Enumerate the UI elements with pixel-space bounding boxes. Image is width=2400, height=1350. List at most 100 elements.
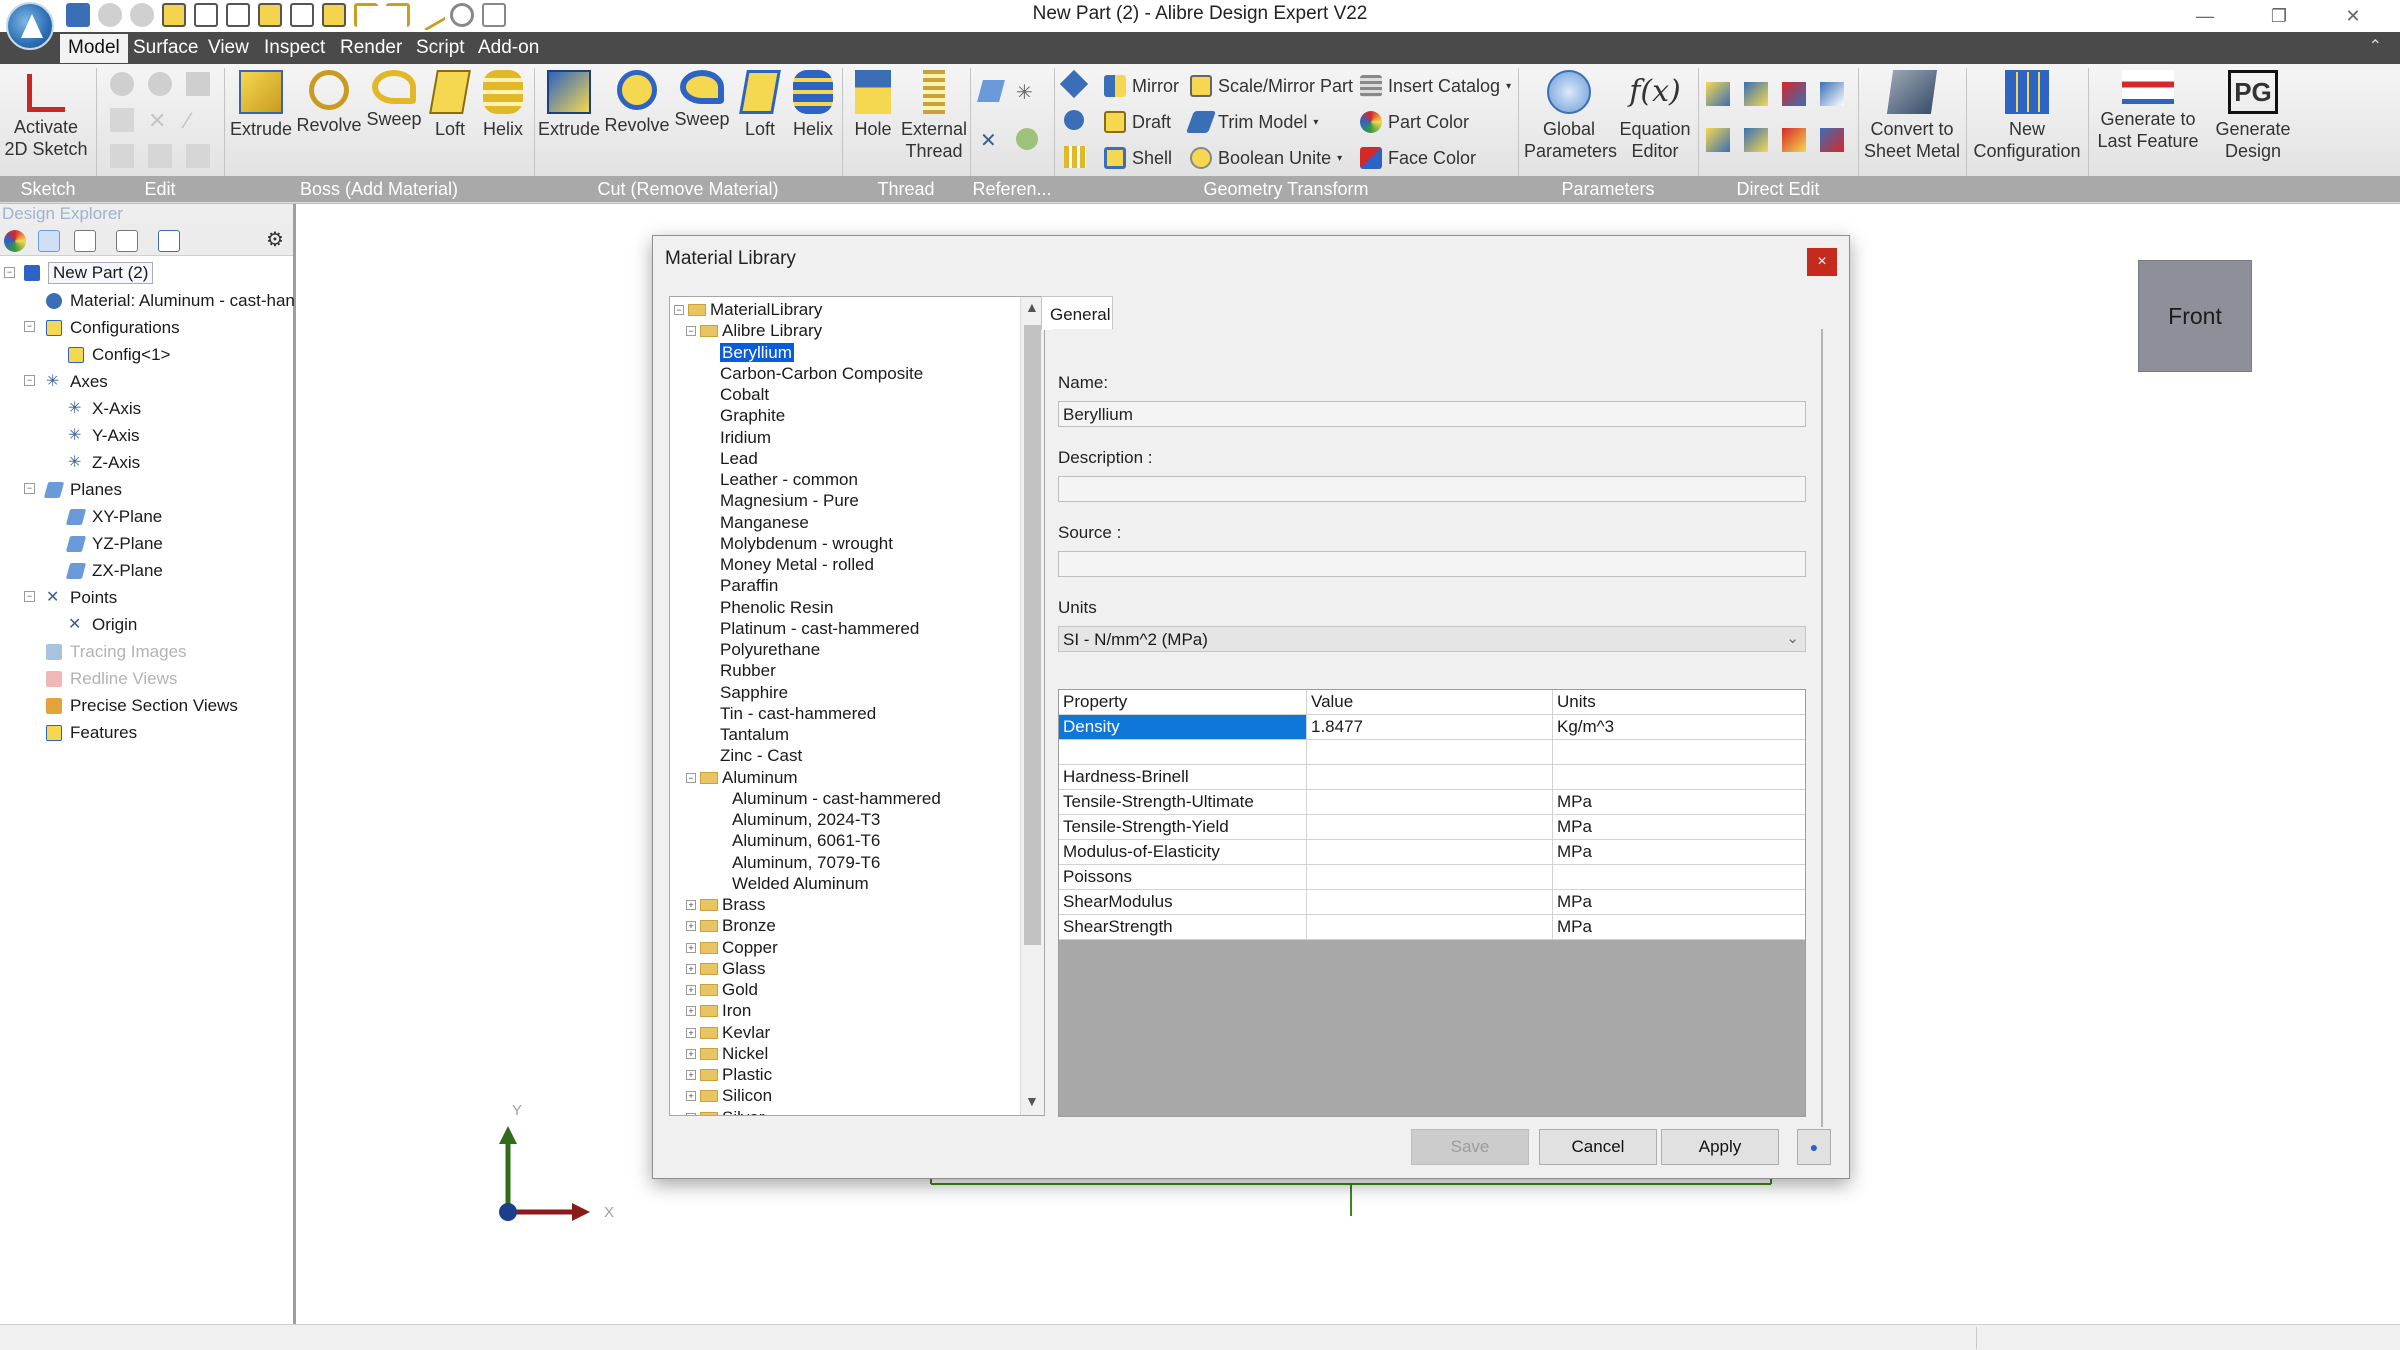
grid-cell-property[interactable]: Tensile-Strength-Ultimate	[1059, 790, 1307, 814]
material-folder[interactable]: Iron	[700, 1000, 751, 1021]
grid-cell-property[interactable]	[1059, 740, 1307, 764]
grid-cell-units[interactable]: MPa	[1553, 915, 1805, 939]
table-row[interactable]: Tensile-Strength-Yield MPa	[1059, 815, 1805, 840]
copy-icon[interactable]	[148, 72, 172, 96]
material-folder[interactable]: Silicon	[700, 1085, 772, 1106]
expand-icon[interactable]: +	[686, 1006, 696, 1017]
boss-revolve-button[interactable]: Revolve	[294, 70, 364, 136]
scroll-down-icon[interactable]: ▼	[1025, 1093, 1039, 1109]
expand-icon[interactable]: +	[686, 1027, 696, 1038]
material-item[interactable]: Magnesium - Pure	[720, 490, 859, 511]
trim-model-button[interactable]: Trim Model ▾	[1185, 108, 1318, 136]
grid-cell-units[interactable]: MPa	[1553, 815, 1805, 839]
palette-icon[interactable]	[4, 230, 26, 252]
material-tree-scrollbar[interactable]: ▲ ▼	[1020, 297, 1044, 1115]
material-item[interactable]: Aluminum, 2024-T3	[732, 809, 880, 830]
material-item[interactable]: Aluminum, 6061-T6	[732, 830, 880, 851]
expand-icon[interactable]: +	[686, 1048, 696, 1059]
expand-icon[interactable]: +	[686, 1070, 696, 1080]
cut-sweep-button[interactable]: Sweep	[670, 70, 734, 130]
material-folder[interactable]: Gold	[700, 979, 758, 1000]
pattern-icon[interactable]	[1064, 146, 1086, 168]
material-folder[interactable]: Glass	[700, 958, 765, 979]
expand-icon[interactable]: +	[686, 963, 696, 974]
expand-icon[interactable]: +	[686, 942, 696, 953]
restore-button[interactable]: ❐	[2242, 2, 2316, 30]
face-color-button[interactable]: Face Color	[1360, 144, 1476, 172]
grid-cell-value[interactable]	[1307, 740, 1553, 764]
cancel-button[interactable]: Cancel	[1539, 1129, 1657, 1165]
material-folder[interactable]: Nickel	[700, 1043, 768, 1064]
table-row[interactable]: Tensile-Strength-Ultimate MPa	[1059, 790, 1805, 815]
boss-loft-button[interactable]: Loft	[426, 70, 474, 140]
clipboard-icon[interactable]	[148, 144, 172, 168]
delete-icon[interactable]	[110, 108, 134, 132]
shell-button[interactable]: Shell	[1104, 144, 1172, 172]
material-folder[interactable]: Aluminum	[700, 767, 798, 788]
boss-helix-button[interactable]: Helix	[478, 70, 528, 140]
tree-item-configurations[interactable]: Configurations	[46, 315, 180, 341]
move-face-icon[interactable]	[1706, 82, 1730, 106]
list-view-icon[interactable]	[74, 230, 96, 252]
alibre-logo-icon[interactable]	[6, 2, 54, 50]
rotate-icon[interactable]	[1064, 110, 1084, 130]
material-folder[interactable]: Brass	[700, 894, 765, 915]
collapse-icon[interactable]: −	[24, 591, 35, 602]
table-row[interactable]: Modulus-of-Elasticity MPa	[1059, 840, 1805, 865]
table-row[interactable]: Poissons	[1059, 865, 1805, 890]
collapse-icon[interactable]: −	[24, 321, 35, 332]
material-folder[interactable]: Kevlar	[700, 1022, 770, 1043]
tree-item-precise-section-views[interactable]: Precise Section Views	[46, 693, 238, 719]
hierarchy-icon[interactable]	[158, 230, 180, 252]
heal-face-icon[interactable]	[1820, 128, 1844, 152]
grid-cell-property[interactable]: Poissons	[1059, 865, 1307, 889]
table-row[interactable]: Density 1.8477 Kg/m^3	[1059, 715, 1805, 740]
material-folder[interactable]: Alibre Library	[700, 320, 822, 341]
scale-mirror-part-button[interactable]: Scale/Mirror Part	[1190, 72, 1353, 100]
part-color-button[interactable]: Part Color	[1360, 108, 1469, 136]
cut-helix-button[interactable]: Helix	[788, 70, 838, 140]
material-item[interactable]: Molybdenum - wrought	[720, 533, 893, 554]
close-window-button[interactable]: ✕	[2316, 2, 2390, 30]
move-icon[interactable]	[1059, 69, 1089, 99]
delete-face-icon[interactable]	[1782, 82, 1806, 106]
replace-face-icon[interactable]	[1744, 128, 1768, 152]
global-parameters-button[interactable]: Global Parameters	[1524, 70, 1617, 162]
help-button[interactable]: ●	[1797, 1129, 1831, 1165]
material-folder[interactable]: MaterialLibrary	[688, 299, 822, 320]
collapse-icon[interactable]: −	[686, 326, 696, 337]
boss-extrude-button[interactable]: Extrude	[228, 70, 294, 140]
clear-icon[interactable]: ✕	[148, 108, 172, 133]
material-item[interactable]: Platinum - cast-hammered	[720, 618, 919, 639]
collapse-icon[interactable]: −	[686, 772, 696, 783]
units-select[interactable]: SI - N/mm^2 (MPa) ⌄	[1058, 626, 1806, 652]
collapse-icon[interactable]: −	[24, 375, 35, 386]
tree-item-tracing-images[interactable]: Tracing Images	[46, 639, 187, 665]
menu-surface[interactable]: Surface	[125, 34, 206, 63]
boss-sweep-button[interactable]: Sweep	[362, 70, 426, 130]
offset-face-icon[interactable]	[1820, 82, 1844, 106]
menu-view[interactable]: View	[200, 34, 257, 63]
expand-icon[interactable]: +	[686, 985, 696, 995]
tree-item-features[interactable]: Features	[46, 720, 137, 746]
menu-render[interactable]: Render	[332, 34, 410, 63]
description-field[interactable]	[1058, 476, 1806, 502]
tree-item-origin[interactable]: ✕ Origin	[68, 612, 137, 638]
generate-design-button[interactable]: PG Generate Design	[2208, 70, 2298, 162]
grid-cell-value[interactable]: 1.8477	[1307, 715, 1553, 739]
material-item[interactable]: Cobalt	[720, 384, 769, 405]
tree-item-redline-views[interactable]: Redline Views	[46, 666, 177, 692]
point-icon[interactable]: ✕	[980, 128, 1002, 152]
material-folder[interactable]: Copper	[700, 937, 778, 958]
tree-item-material[interactable]: Material: Aluminum - cast-han	[46, 288, 295, 314]
material-item[interactable]: Aluminum - cast-hammered	[732, 788, 941, 809]
axis-icon[interactable]: ✳	[1016, 80, 1038, 104]
display-icon[interactable]	[116, 230, 138, 252]
clipboard-icon[interactable]	[110, 144, 134, 168]
tree-view-icon[interactable]	[38, 230, 60, 252]
csys-icon[interactable]	[1016, 128, 1038, 150]
material-item[interactable]: Tin - cast-hammered	[720, 703, 876, 724]
grid-cell-units[interactable]	[1553, 765, 1805, 789]
grid-cell-value[interactable]	[1307, 890, 1553, 914]
grid-cell-property[interactable]: Tensile-Strength-Yield	[1059, 815, 1307, 839]
